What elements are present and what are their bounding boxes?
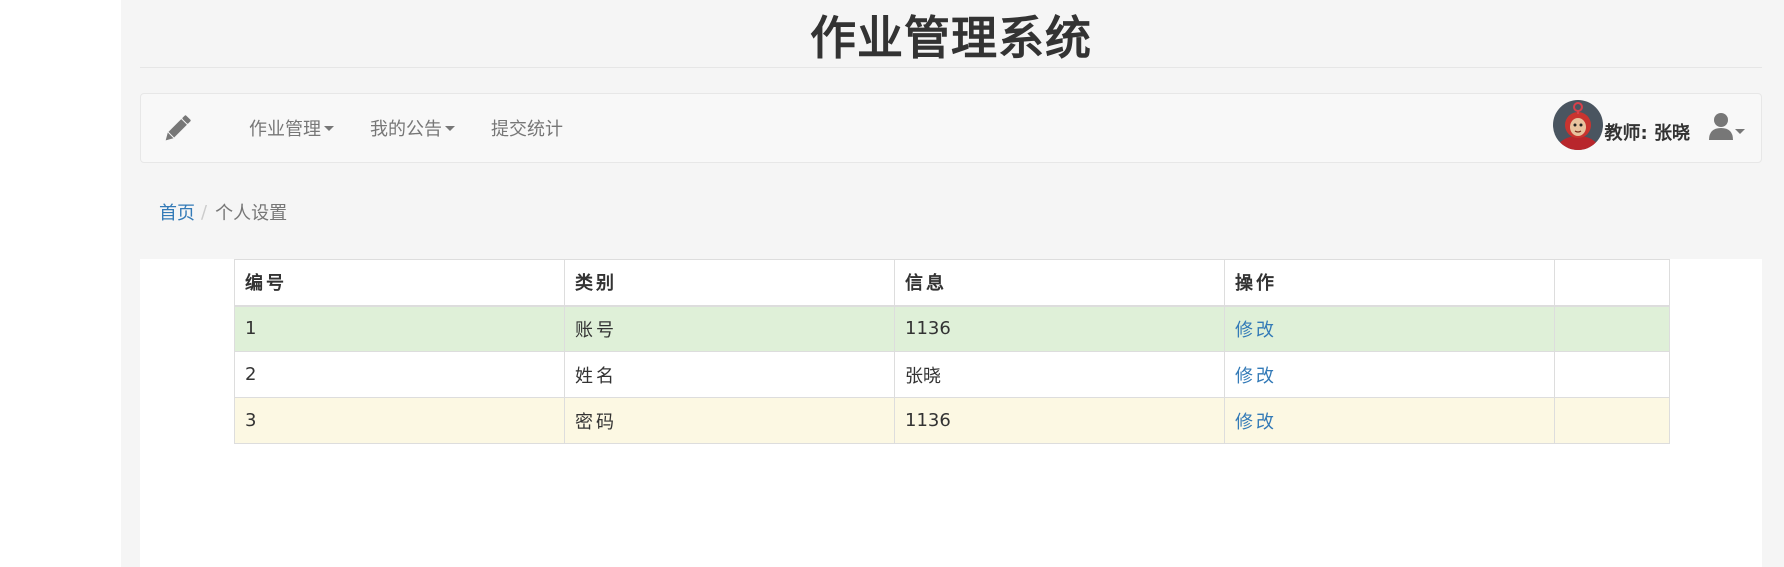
personal-settings-table: 编号 类别 信息 操作 1 账号 1136 修改 2 姓名 张晓 修改 3 密码… xyxy=(234,259,1670,444)
table-row-name: 2 姓名 张晓 修改 xyxy=(234,351,1670,398)
column-header-empty xyxy=(1554,259,1670,307)
breadcrumb-separator: / xyxy=(201,201,208,223)
breadcrumb: 首页 / 个人设置 xyxy=(159,199,287,225)
cell-category: 密码 xyxy=(564,397,895,444)
navbar: 作业管理 我的公告 提交统计 教师: 张晓 xyxy=(140,93,1762,163)
cell-info: 1136 xyxy=(894,305,1225,352)
cell-empty xyxy=(1554,397,1670,444)
nav-item-label: 提交统计 xyxy=(491,119,563,140)
nav-menu: 作业管理 我的公告 提交统计 xyxy=(231,94,581,162)
cell-number: 3 xyxy=(234,397,565,444)
cell-action: 修改 xyxy=(1224,351,1555,398)
cell-action: 修改 xyxy=(1224,397,1555,444)
cell-number: 1 xyxy=(234,305,565,352)
cell-info: 张晓 xyxy=(894,351,1225,398)
nav-user-area: 教师: 张晓 xyxy=(1552,94,1745,162)
caret-down-icon xyxy=(1735,128,1745,134)
nav-item-label: 我的公告 xyxy=(370,119,442,140)
table-row-account: 1 账号 1136 修改 xyxy=(234,305,1670,352)
table-header-row: 编号 类别 信息 操作 xyxy=(234,259,1670,307)
caret-down-icon xyxy=(324,125,334,131)
column-header-category: 类别 xyxy=(564,259,895,307)
edit-password-link[interactable]: 修改 xyxy=(1235,412,1277,433)
nav-item-my-announcements[interactable]: 我的公告 xyxy=(352,94,473,162)
user-icon xyxy=(1708,112,1734,144)
cell-action: 修改 xyxy=(1224,305,1555,352)
title-divider xyxy=(140,67,1762,68)
category-text: 账号 xyxy=(575,319,617,341)
column-header-info: 信息 xyxy=(894,259,1225,307)
user-menu-dropdown[interactable] xyxy=(1708,94,1745,162)
cell-empty xyxy=(1554,305,1670,352)
nav-item-label: 作业管理 xyxy=(249,119,321,140)
breadcrumb-home-link[interactable]: 首页 xyxy=(159,199,195,225)
column-header-action: 操作 xyxy=(1224,259,1555,307)
cell-number: 2 xyxy=(234,351,565,398)
teacher-name: 教师: 张晓 xyxy=(1604,123,1690,144)
table-row-password: 3 密码 1136 修改 xyxy=(234,397,1670,444)
caret-down-icon xyxy=(445,125,455,131)
category-text: 姓名 xyxy=(575,365,617,387)
cell-category: 姓名 xyxy=(564,351,895,398)
cell-category: 账号 xyxy=(564,305,895,352)
category-text: 密码 xyxy=(575,411,617,433)
pencil-icon[interactable] xyxy=(159,111,195,147)
edit-account-link[interactable]: 修改 xyxy=(1235,320,1277,341)
edit-name-link[interactable]: 修改 xyxy=(1235,366,1277,387)
breadcrumb-current: 个人设置 xyxy=(215,203,288,224)
nav-item-homework-management[interactable]: 作业管理 xyxy=(231,94,352,162)
cell-empty xyxy=(1554,351,1670,398)
column-header-number: 编号 xyxy=(234,259,565,307)
site-title: 作业管理系统 xyxy=(810,11,1092,65)
nav-item-submission-stats[interactable]: 提交统计 xyxy=(473,94,581,162)
avatar xyxy=(1552,100,1603,150)
cell-info: 1136 xyxy=(894,397,1225,444)
